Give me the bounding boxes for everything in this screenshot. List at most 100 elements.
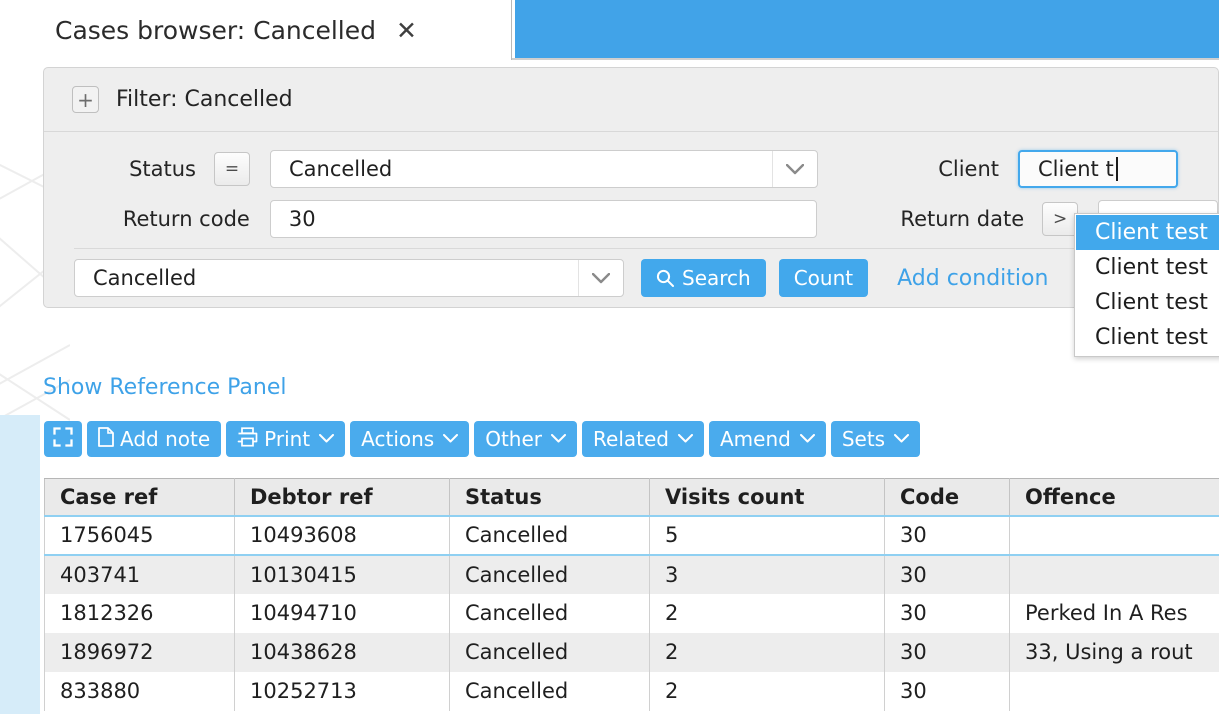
other-button[interactable]: Other xyxy=(474,421,578,457)
sets-button[interactable]: Sets xyxy=(830,421,921,457)
client-input-value: Client t xyxy=(1038,157,1114,181)
tab-title: Cases browser: Cancelled xyxy=(55,15,376,45)
app-window: Cases browser: Cancelled ✕ + Filter: Can… xyxy=(0,0,1219,714)
chevron-down-icon xyxy=(319,432,335,446)
table-row[interactable]: 833880 10252713 Cancelled 2 30 xyxy=(44,671,1219,711)
column-header-status[interactable]: Status xyxy=(449,478,650,516)
sets-label: Sets xyxy=(841,427,886,451)
print-label: Print xyxy=(264,427,311,451)
print-button[interactable]: Print xyxy=(226,421,346,457)
chevron-down-icon xyxy=(443,432,459,446)
search-button[interactable]: Search xyxy=(641,259,766,297)
cell-status: Cancelled xyxy=(449,593,650,633)
filter-panel: + Filter: Cancelled Status = Cancelled C… xyxy=(43,67,1219,308)
client-label: Client xyxy=(938,157,999,181)
list-item[interactable]: Client test xyxy=(1076,215,1219,250)
cell-case-ref: 1896972 xyxy=(44,632,235,672)
filter-row-1: Status = Cancelled Client Client t xyxy=(44,148,1218,190)
magnifier-icon xyxy=(656,269,674,287)
chevron-down-icon xyxy=(799,432,815,446)
table-row[interactable]: 1812326 10494710 Cancelled 2 30 Perked I… xyxy=(44,593,1219,633)
table-row[interactable]: 1896972 10438628 Cancelled 2 30 33, Usin… xyxy=(44,632,1219,672)
list-item[interactable]: Client test xyxy=(1076,285,1219,320)
column-header-code[interactable]: Code xyxy=(884,478,1010,516)
cell-code: 30 xyxy=(884,671,1010,711)
table-row[interactable]: 1756045 10493608 Cancelled 5 30 xyxy=(44,514,1219,556)
chevron-down-icon xyxy=(677,432,693,446)
return-code-label: Return code xyxy=(122,207,250,231)
cell-status: Cancelled xyxy=(449,632,650,672)
add-condition-link[interactable]: Add condition xyxy=(897,266,1048,291)
add-note-button[interactable]: Add note xyxy=(87,421,222,457)
cell-status: Cancelled xyxy=(449,554,650,594)
cell-code: 30 xyxy=(884,632,1010,672)
left-accent-band xyxy=(0,415,40,714)
chevron-down-icon xyxy=(894,432,910,446)
amend-button[interactable]: Amend xyxy=(708,421,826,457)
actions-label: Actions xyxy=(361,427,435,451)
saved-filter-select[interactable]: Cancelled xyxy=(74,259,624,297)
close-icon[interactable]: ✕ xyxy=(396,18,417,43)
filter-action-row: Cancelled Search Count Add condition xyxy=(44,249,1218,307)
list-item[interactable]: Client test xyxy=(1076,320,1219,355)
client-autocomplete-list[interactable]: Client test Client test Client test Clie… xyxy=(1074,213,1219,357)
filter-row-2: Return code 30 Return date > xyxy=(44,198,1219,240)
status-select-value: Cancelled xyxy=(289,157,393,181)
cell-code: 30 xyxy=(884,514,1010,556)
column-header-visits-count[interactable]: Visits count xyxy=(649,478,885,516)
related-label: Related xyxy=(593,427,669,451)
printer-icon xyxy=(237,426,258,452)
tab-cases-browser[interactable]: Cases browser: Cancelled ✕ xyxy=(38,0,512,60)
plus-icon[interactable]: + xyxy=(72,86,99,113)
return-code-input[interactable]: 30 xyxy=(269,200,818,238)
cell-visits-count: 2 xyxy=(649,632,885,672)
expand-icon xyxy=(53,426,73,452)
table-row[interactable]: 403741 10130415 Cancelled 3 30 xyxy=(44,554,1219,594)
status-operator-button[interactable]: = xyxy=(214,152,250,186)
status-label: Status xyxy=(129,157,196,181)
cell-status: Cancelled xyxy=(449,514,650,556)
count-button[interactable]: Count xyxy=(778,259,869,297)
column-header-case-ref[interactable]: Case ref xyxy=(44,478,235,516)
cell-debtor-ref: 10493608 xyxy=(234,514,450,556)
show-reference-panel-link[interactable]: Show Reference Panel xyxy=(43,375,286,400)
document-icon xyxy=(98,426,114,452)
column-header-offence[interactable]: Offence xyxy=(1009,478,1219,516)
cell-case-ref: 403741 xyxy=(44,554,235,594)
cell-offence xyxy=(1009,554,1219,594)
client-input[interactable]: Client t xyxy=(1018,150,1178,188)
table-header-row: Case ref Debtor ref Status Visits count … xyxy=(44,478,1219,516)
cell-code: 30 xyxy=(884,593,1010,633)
amend-label: Amend xyxy=(719,427,791,451)
cell-case-ref: 1756045 xyxy=(44,514,235,556)
filter-header: + Filter: Cancelled xyxy=(44,68,1218,132)
app-header-bar xyxy=(515,0,1219,60)
return-date-label: Return date xyxy=(900,207,1025,231)
cases-results-table: Case ref Debtor ref Status Visits count … xyxy=(44,478,1219,711)
chevron-down-icon xyxy=(578,260,623,296)
filter-body: Status = Cancelled Client Client t Retur… xyxy=(44,132,1219,307)
record-toolbar: Add note Print Actions Other Related Ame… xyxy=(44,421,921,457)
cell-visits-count: 5 xyxy=(649,514,885,556)
cell-case-ref: 1812326 xyxy=(44,593,235,633)
cell-offence: 33, Using a rout xyxy=(1009,632,1219,672)
list-item[interactable]: Client test xyxy=(1076,250,1219,285)
cell-code: 30 xyxy=(884,554,1010,594)
actions-button[interactable]: Actions xyxy=(350,421,470,457)
cell-debtor-ref: 10130415 xyxy=(234,554,450,594)
cell-visits-count: 2 xyxy=(649,671,885,711)
cell-debtor-ref: 10438628 xyxy=(234,632,450,672)
status-select[interactable]: Cancelled xyxy=(270,150,818,188)
return-code-value: 30 xyxy=(288,207,316,231)
saved-filter-value: Cancelled xyxy=(93,266,197,290)
chevron-down-icon xyxy=(551,432,567,446)
cell-offence: Perked In A Res xyxy=(1009,593,1219,633)
chevron-down-icon xyxy=(772,151,817,187)
cell-debtor-ref: 10252713 xyxy=(234,671,450,711)
cell-status: Cancelled xyxy=(449,671,650,711)
return-date-operator-button[interactable]: > xyxy=(1042,202,1079,236)
other-label: Other xyxy=(485,427,543,451)
column-header-debtor-ref[interactable]: Debtor ref xyxy=(234,478,450,516)
related-button[interactable]: Related xyxy=(582,421,704,457)
expand-button[interactable] xyxy=(44,421,82,457)
